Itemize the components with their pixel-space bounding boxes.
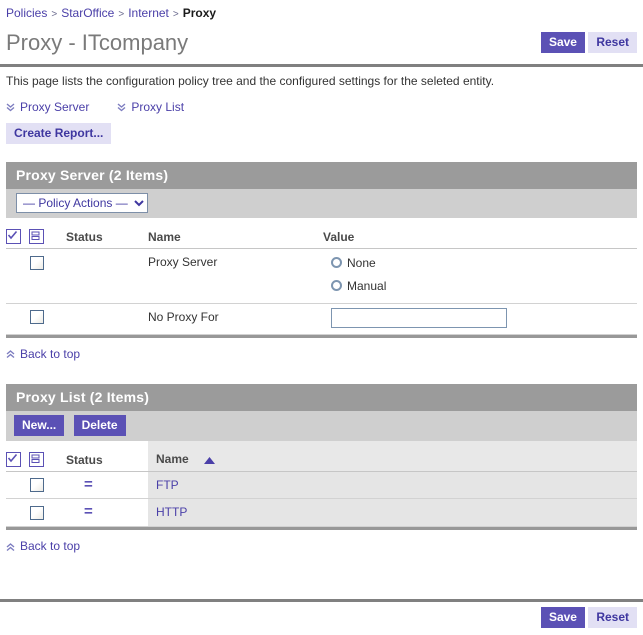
- row-select-cell: [6, 303, 66, 335]
- radio-option-manual[interactable]: Manual: [323, 274, 637, 297]
- breadcrumb-item-proxy-current: Proxy: [182, 6, 217, 20]
- checkbox-checked-icon[interactable]: [6, 229, 21, 244]
- reset-button-bottom[interactable]: Reset: [588, 607, 637, 628]
- table-row: No Proxy For: [6, 303, 637, 335]
- list-rows-icon[interactable]: [29, 229, 45, 244]
- row-select-cell: [6, 498, 66, 528]
- table-header-select-controls: [6, 218, 66, 249]
- jump-link-proxy-server[interactable]: Proxy Server: [6, 99, 89, 115]
- no-proxy-for-input[interactable]: [331, 307, 507, 328]
- jump-link-label: Proxy List: [131, 100, 185, 114]
- row-select-cell: [6, 471, 66, 500]
- list-rows-icon[interactable]: [29, 451, 45, 467]
- row-status-cell: [66, 248, 148, 304]
- reset-button-top[interactable]: Reset: [588, 32, 637, 53]
- column-header-name[interactable]: Name: [148, 218, 323, 249]
- chevron-double-up-icon: [6, 349, 15, 360]
- create-report-button[interactable]: Create Report...: [6, 123, 112, 144]
- proxy-list-section: Proxy List (2 Items) New... Delete Statu…: [6, 383, 637, 531]
- back-to-top-link[interactable]: Back to top: [6, 347, 80, 361]
- row-status-cell: [66, 303, 148, 335]
- row-name-cell: Proxy Server: [148, 248, 323, 304]
- jump-link-proxy-list[interactable]: Proxy List: [117, 99, 184, 115]
- delete-button[interactable]: Delete: [73, 414, 126, 436]
- row-checkbox[interactable]: [30, 478, 44, 493]
- chevron-double-down-icon: [117, 102, 126, 113]
- footer-divider: [0, 599, 643, 602]
- table-header-row: Status Name: [6, 440, 637, 472]
- radio-none-icon[interactable]: [331, 257, 342, 269]
- back-to-top-proxy-server: Back to top: [0, 338, 643, 362]
- radio-option-none[interactable]: None: [323, 251, 637, 274]
- section-jump-links: Proxy Server Proxy List: [0, 89, 643, 115]
- breadcrumb-separator: >: [118, 9, 125, 20]
- row-value-cell: [323, 303, 637, 335]
- row-checkbox[interactable]: [30, 255, 44, 270]
- column-header-name-label: Name: [156, 451, 189, 466]
- row-name-cell: HTTP: [148, 498, 637, 528]
- table-row: Proxy Server None Manual: [6, 248, 637, 304]
- breadcrumb-separator: >: [172, 9, 179, 20]
- row-name-cell: FTP: [148, 471, 637, 500]
- page-toolbar: Create Report...: [0, 115, 643, 144]
- page-header: Proxy - ITcompany Save Reset: [0, 23, 643, 61]
- proxy-server-table: Status Name Value Proxy Server None Manu…: [6, 218, 637, 335]
- radio-none-label: None: [347, 255, 376, 270]
- save-button-bottom[interactable]: Save: [540, 607, 585, 628]
- chevron-double-up-icon: [6, 542, 15, 553]
- triangle-up-icon: [204, 453, 216, 467]
- save-button-top[interactable]: Save: [540, 32, 585, 53]
- table-row: = FTP: [6, 471, 637, 500]
- radio-manual-icon[interactable]: [331, 280, 342, 292]
- page-title: Proxy - ITcompany: [6, 30, 189, 55]
- page-description: This page lists the configuration policy…: [6, 74, 495, 88]
- column-header-name-sorted[interactable]: Name: [148, 440, 637, 472]
- new-button[interactable]: New...: [14, 414, 65, 436]
- row-status-cell: =: [66, 498, 148, 528]
- table-header-row: Status Name Value: [6, 218, 637, 249]
- proxy-server-section-heading: Proxy Server (2 Items): [6, 162, 637, 189]
- row-status-cell: =: [66, 471, 148, 500]
- table-header-select-controls: [6, 440, 66, 472]
- footer-actions: Save Reset: [540, 607, 637, 628]
- breadcrumb-item-policies[interactable]: Policies: [6, 6, 47, 20]
- table-row: = HTTP: [6, 498, 637, 528]
- back-to-top-label: Back to top: [20, 539, 81, 554]
- row-name-cell: No Proxy For: [148, 303, 323, 335]
- row-value-cell: None Manual: [323, 248, 637, 304]
- chevron-double-down-icon: [6, 102, 15, 113]
- proxy-server-action-bar: — Policy Actions —: [6, 189, 637, 218]
- breadcrumb-separator: >: [51, 9, 58, 20]
- proxy-list-table: Status Name = FTP = HTTP: [6, 440, 637, 528]
- column-header-status[interactable]: Status: [66, 440, 148, 472]
- row-select-cell: [6, 248, 66, 304]
- proxy-server-section: Proxy Server (2 Items) — Policy Actions …: [6, 162, 637, 338]
- equals-icon: =: [84, 503, 93, 521]
- column-header-value[interactable]: Value: [323, 218, 637, 249]
- row-checkbox[interactable]: [30, 506, 44, 521]
- jump-link-label: Proxy Server: [20, 100, 90, 114]
- breadcrumb: Policies > StarOffice > Internet > Proxy: [0, 0, 643, 23]
- back-to-top-link[interactable]: Back to top: [6, 539, 80, 553]
- back-to-top-proxy-list: Back to top: [0, 530, 643, 554]
- proxy-list-section-heading: Proxy List (2 Items): [6, 383, 637, 411]
- row-checkbox[interactable]: [30, 310, 44, 325]
- breadcrumb-item-internet[interactable]: Internet: [128, 6, 169, 20]
- equals-icon: =: [84, 475, 93, 493]
- breadcrumb-item-staroffice[interactable]: StarOffice: [61, 6, 114, 20]
- back-to-top-label: Back to top: [20, 346, 81, 361]
- column-header-status[interactable]: Status: [66, 218, 148, 249]
- proxy-list-action-bar: New... Delete: [6, 410, 637, 441]
- checkbox-checked-icon[interactable]: [6, 451, 21, 467]
- proxy-list-item-link[interactable]: FTP: [156, 478, 179, 492]
- page-header-actions: Save Reset: [540, 32, 637, 53]
- radio-manual-label: Manual: [347, 278, 387, 293]
- policy-actions-select[interactable]: — Policy Actions —: [16, 193, 148, 213]
- proxy-list-item-link[interactable]: HTTP: [156, 505, 187, 519]
